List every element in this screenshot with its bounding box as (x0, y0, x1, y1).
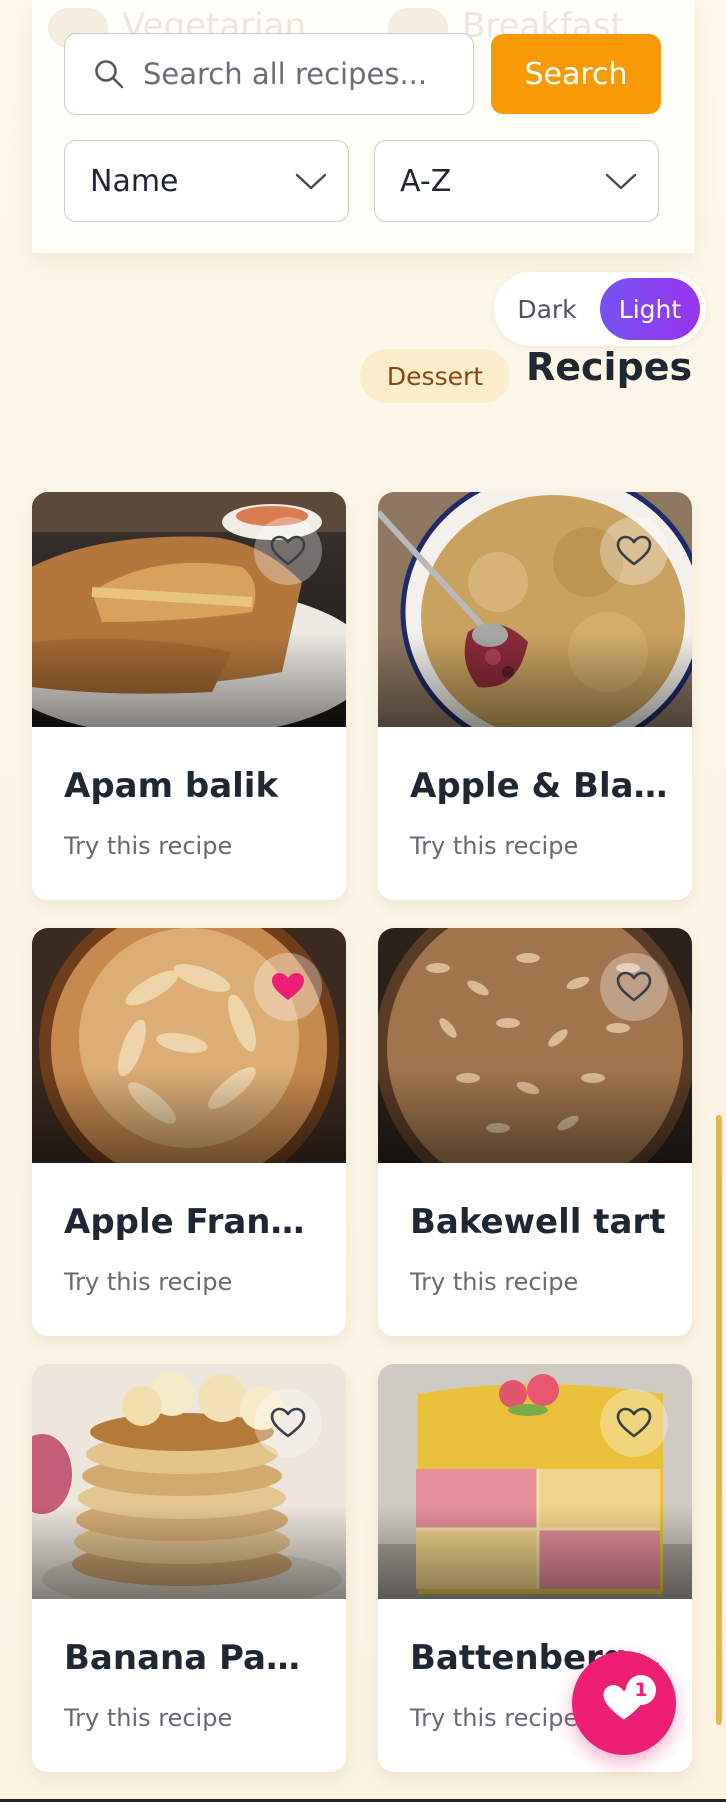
theme-dark-option[interactable]: Dark (494, 272, 600, 346)
heart-outline-icon (270, 1407, 306, 1438)
search-icon (95, 60, 124, 89)
recipe-card[interactable]: Banana Pancakes Try this recipe (32, 1364, 346, 1772)
favorite-button[interactable] (600, 953, 668, 1021)
favorite-button[interactable] (254, 953, 322, 1021)
search-button[interactable]: Search (491, 34, 661, 114)
scrollbar[interactable] (712, 0, 726, 1802)
theme-light-option[interactable]: Light (600, 278, 700, 340)
recipe-subtitle: Try this recipe (64, 1268, 233, 1296)
page-title: Recipes (526, 345, 693, 389)
sort-order-value: A-Z (400, 163, 452, 199)
heart-outline-icon (616, 971, 652, 1002)
sort-field-select[interactable]: Name (64, 140, 349, 222)
heart-outline-icon (616, 535, 652, 566)
chevron-down-icon (605, 173, 637, 190)
recipe-card[interactable]: Bakewell tart Try this recipe (378, 928, 692, 1336)
sort-order-select[interactable]: A-Z (374, 140, 659, 222)
chevron-down-icon (295, 173, 327, 190)
recipe-subtitle: Try this recipe (64, 832, 233, 860)
recipe-card[interactable]: Apam balik Try this recipe (32, 492, 346, 900)
favorite-button[interactable] (254, 1389, 322, 1457)
recipe-card[interactable]: Apple Frangipan Tart Try this recipe (32, 928, 346, 1336)
heart-outline-icon (616, 1407, 652, 1438)
recipe-title: Banana Pancakes (64, 1638, 324, 1678)
recipe-title: Apple Frangipan Tart (64, 1202, 324, 1242)
search-input[interactable] (143, 57, 443, 91)
recipe-card[interactable]: Apple & Blackberry Crumble Try this reci… (378, 492, 692, 900)
favorites-count-badge: 1 (626, 1675, 656, 1705)
recipe-subtitle: Try this recipe (410, 1704, 579, 1732)
recipe-subtitle: Try this recipe (410, 832, 579, 860)
favorite-button[interactable] (600, 517, 668, 585)
scrollbar-thumb[interactable] (716, 1115, 722, 1725)
recipe-title: Bakewell tart (410, 1202, 666, 1242)
recipe-subtitle: Try this recipe (410, 1268, 579, 1296)
search-field[interactable] (64, 33, 474, 115)
recipe-title: Apam balik (64, 766, 279, 806)
theme-toggle[interactable]: Dark Light (494, 272, 706, 346)
sort-field-value: Name (90, 163, 179, 199)
recipe-subtitle: Try this recipe (64, 1704, 233, 1732)
category-badge: Dessert (360, 349, 510, 403)
favorite-button[interactable] (254, 517, 322, 585)
recipe-title: Apple & Blackberry Crumble (410, 766, 670, 806)
heart-outline-icon (270, 535, 306, 566)
favorite-button[interactable] (600, 1389, 668, 1457)
favorites-fab-button[interactable]: 1 (572, 1651, 676, 1755)
heart-filled-icon (272, 973, 304, 1000)
